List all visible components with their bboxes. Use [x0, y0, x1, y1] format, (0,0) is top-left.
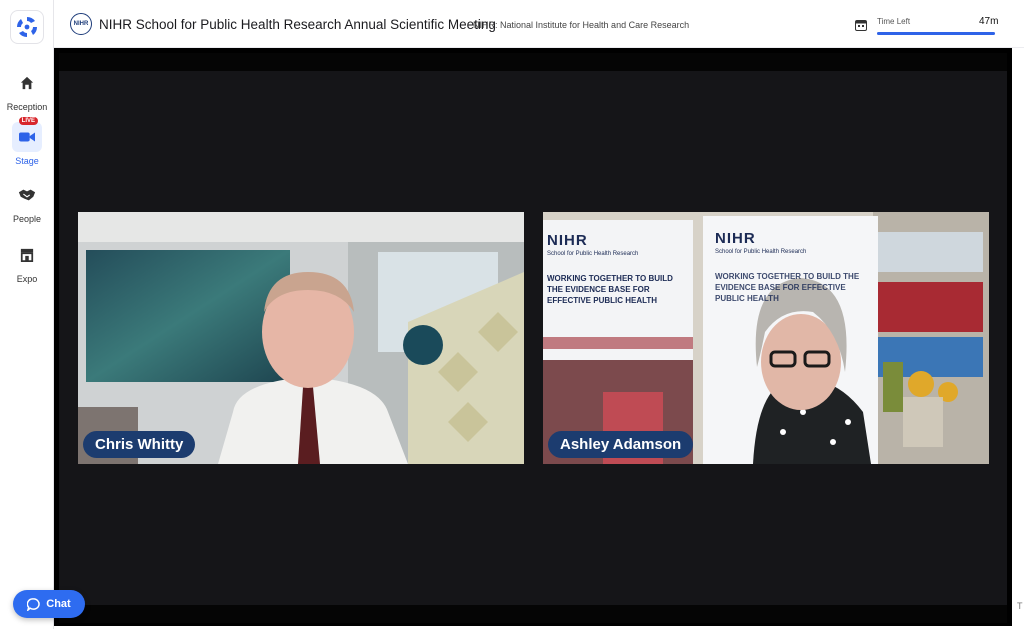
- speaker-name-tag: Chris Whitty: [83, 431, 196, 458]
- edge-text: T: [1017, 601, 1023, 611]
- sidebar-item-label: People: [12, 214, 42, 224]
- banner-headline: WORKING TOGETHER TO BUILD THE EVIDENCE B…: [715, 272, 860, 303]
- event-title: NIHR School for Public Health Research A…: [99, 17, 496, 32]
- sidebar-item-label: Reception: [6, 102, 48, 112]
- left-sidebar: Reception LIVE Stage People Expo: [0, 0, 54, 629]
- time-left-label: Time Left: [877, 17, 911, 26]
- banner-sub: School for Public Health Research: [715, 249, 807, 255]
- banner-right: NIHR School for Public Health Research W…: [715, 230, 865, 304]
- event-header: NIHR NIHR School for Public Health Resea…: [54, 0, 1024, 48]
- chat-bubble-icon: [27, 597, 40, 611]
- banner-brand: NIHR: [715, 230, 756, 247]
- time-left-progress-bar: [877, 32, 995, 35]
- sidebar-item-expo[interactable]: Expo: [0, 240, 54, 284]
- banner-headline: WORKING TOGETHER TO BUILD THE EVIDENCE B…: [547, 274, 673, 305]
- platform-logo-icon: [17, 17, 37, 37]
- speaker-video-tile-1[interactable]: Chris Whitty: [78, 212, 524, 464]
- live-badge: LIVE: [18, 117, 38, 125]
- store-icon: [12, 240, 42, 270]
- speaker-video-tile-2[interactable]: NIHR School for Public Health Research W…: [543, 212, 989, 464]
- app-window: Reception LIVE Stage People Expo NIHR NI…: [0, 0, 1024, 629]
- stage-area: Chris Whitty NIHR School for Public Heal…: [54, 48, 1012, 626]
- handshake-icon: [12, 180, 42, 210]
- banner-sub: School for Public Health Research: [547, 251, 639, 257]
- home-icon: [12, 68, 42, 98]
- sidebar-item-label: Stage: [15, 156, 39, 166]
- time-left-value: 47m: [979, 16, 999, 27]
- banner-left: NIHR School for Public Health Research W…: [547, 232, 687, 306]
- right-edge-panel: [1012, 48, 1024, 629]
- sidebar-item-people[interactable]: People: [0, 180, 54, 224]
- chat-button[interactable]: Chat: [13, 590, 85, 618]
- stage-bottom-bar: [59, 605, 1007, 623]
- speaker-name-tag: Ashley Adamson: [548, 431, 694, 458]
- time-left-progress-fill: [877, 32, 995, 35]
- calendar-icon[interactable]: [855, 19, 867, 31]
- event-logo: NIHR: [70, 13, 92, 35]
- sidebar-item-label: Expo: [16, 274, 38, 284]
- sidebar-item-stage[interactable]: LIVE Stage: [0, 117, 54, 166]
- banner-brand: NIHR: [547, 232, 588, 249]
- speaker-video-feed: [78, 212, 524, 464]
- sidebar-item-reception[interactable]: Reception: [0, 68, 54, 112]
- platform-logo[interactable]: [10, 10, 44, 44]
- event-organizer: NIHR: National Institute for Health and …: [473, 20, 690, 30]
- stage-top-bar: [59, 53, 1007, 71]
- chat-button-label: Chat: [46, 598, 71, 610]
- video-camera-icon: LIVE: [12, 117, 42, 152]
